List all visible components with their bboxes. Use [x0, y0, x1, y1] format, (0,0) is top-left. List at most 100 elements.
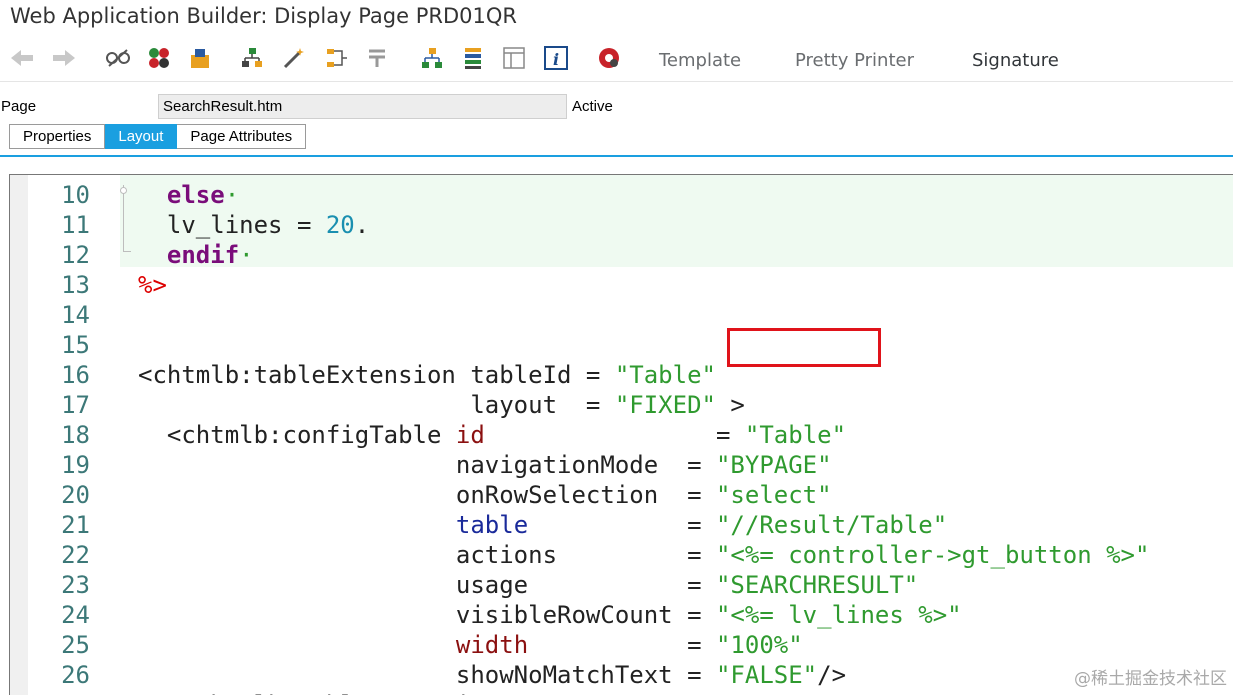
code-line[interactable]: 16 <chtmlb:tableExtension tableId = "Tabl… [10, 360, 1233, 390]
code-text: </chtmlb:tableExtension> [138, 690, 514, 695]
annotation-highlight-box [727, 328, 881, 367]
code-line[interactable]: 25 width = "100%" [10, 630, 1233, 660]
code-text: width = "100%" [138, 630, 803, 660]
line-number: 13 [61, 271, 90, 299]
code-token: · [239, 241, 254, 269]
info-icon[interactable]: i [542, 44, 570, 72]
line-number: 17 [61, 391, 90, 419]
code-line[interactable]: 15 [10, 330, 1233, 360]
activate-icon[interactable] [145, 44, 173, 72]
tab-page-attributes[interactable]: Page Attributes [177, 124, 307, 149]
page-row: Page SearchResult.htm Active [0, 92, 1233, 120]
line-number: 19 [61, 451, 90, 479]
line-number: 16 [61, 361, 90, 389]
code-token: = [528, 631, 716, 659]
code-token: actions = [138, 541, 716, 569]
code-token: showNoMatchText = [138, 661, 716, 689]
code-token: "SEARCHRESULT" [715, 571, 919, 599]
code-line[interactable]: 17 layout = "FIXED" > [10, 390, 1233, 420]
code-line[interactable]: 14 [10, 300, 1233, 330]
window-title: Web Application Builder: Display Page PR… [10, 4, 517, 28]
code-token: layout = [138, 391, 615, 419]
signature-button[interactable]: Signature [972, 50, 1059, 71]
code-token: "FALSE" [715, 661, 818, 689]
code-token: visibleRowCount = [138, 601, 716, 629]
hierarchy-icon[interactable] [238, 44, 266, 72]
code-token: onRowSelection = [138, 481, 716, 509]
line-number: 26 [61, 661, 90, 689]
application-toolbar: i Template Pretty Printer Signature [0, 36, 1233, 82]
svg-text:i: i [553, 50, 559, 69]
code-text: showNoMatchText = "FALSE"/> [138, 660, 846, 690]
tab-underline [0, 155, 1233, 157]
code-text: actions = "<%= controller->gt_button %>" [138, 540, 1150, 570]
glasses-toggle-icon[interactable] [104, 44, 132, 72]
code-token: "<%= lv_lines %>" [715, 601, 962, 629]
line-number: 15 [61, 331, 90, 359]
line-number: 27 [30, 690, 90, 695]
tree-structure-icon[interactable] [418, 44, 446, 72]
line-number: 24 [61, 601, 90, 629]
code-line[interactable]: 18 <chtmlb:configTable id = "Table" [10, 420, 1233, 450]
code-text: navigationMode = "BYPAGE" [138, 450, 832, 480]
code-line[interactable]: 11 lv_lines = 20. [10, 210, 1233, 240]
line-number: 12 [61, 241, 90, 269]
code-text: layout = "FIXED" > [138, 390, 745, 420]
code-token: table [455, 511, 529, 539]
code-token: </chtmlb:tableExtension> [138, 691, 514, 695]
pattern-icon[interactable] [364, 44, 392, 72]
code-token: "100%" [715, 631, 803, 659]
line-number: 23 [61, 571, 90, 599]
page-status: Active [572, 98, 613, 115]
transport-icon[interactable] [186, 44, 214, 72]
code-editor[interactable]: 10 else· 11 lv_lines = 20. 12 endif· 13 %> 14… [9, 174, 1233, 695]
forward-arrow-icon[interactable] [50, 44, 78, 72]
code-line[interactable]: 22 actions = "<%= controller->gt_button … [10, 540, 1233, 570]
code-line[interactable]: 10 else· [10, 180, 1233, 210]
code-text: usage = "SEARCHRESULT" [138, 570, 918, 600]
line-number: 22 [61, 541, 90, 569]
code-line[interactable]: 24 visibleRowCount = "<%= lv_lines %>" [10, 600, 1233, 630]
line-number: 14 [61, 301, 90, 329]
code-token: width [455, 631, 529, 659]
magic-wand-icon[interactable] [280, 44, 308, 72]
pretty-printer-button[interactable]: Pretty Printer [795, 50, 914, 71]
code-token: "select" [715, 481, 832, 509]
code-token: . [354, 211, 370, 239]
code-token: %> [138, 271, 167, 299]
tab-strip: Properties Layout Page Attributes [9, 124, 307, 149]
code-token: "FIXED" [614, 391, 716, 419]
code-token: <chtmlb:configTable [138, 421, 456, 449]
code-line[interactable]: 27 </chtmlb:tableExtension> [10, 690, 1233, 695]
layout-icon[interactable] [500, 44, 528, 72]
code-token: lv_lines [138, 211, 283, 239]
line-number: 20 [61, 481, 90, 509]
code-token: · [224, 181, 240, 209]
back-arrow-icon[interactable] [8, 44, 36, 72]
code-token: "Table" [744, 421, 847, 449]
code-text: onRowSelection = "select" [138, 480, 832, 510]
code-line[interactable]: 21 table = "//Result/Table" [10, 510, 1233, 540]
code-token: else [138, 181, 225, 209]
help-icon[interactable] [595, 44, 623, 72]
code-line[interactable]: 23 usage = "SEARCHRESULT" [10, 570, 1233, 600]
code-token: /> [817, 661, 847, 689]
page-name-field[interactable]: SearchResult.htm [158, 94, 567, 119]
template-button[interactable]: Template [659, 50, 741, 71]
code-line[interactable]: 19 navigationMode = "BYPAGE" [10, 450, 1233, 480]
line-number: 18 [61, 421, 90, 449]
code-line[interactable]: 12 endif· [10, 240, 1233, 270]
navigation-icon[interactable] [323, 44, 351, 72]
tab-properties[interactable]: Properties [9, 124, 106, 149]
code-token: > [715, 391, 745, 419]
code-line[interactable]: 13 %> [10, 270, 1233, 300]
code-line[interactable]: 20 onRowSelection = "select" [10, 480, 1233, 510]
code-text: endif· [138, 240, 254, 270]
code-line[interactable]: 26 showNoMatchText = "FALSE"/> [10, 660, 1233, 690]
line-number: 25 [61, 631, 90, 659]
title-bar: Web Application Builder: Display Page PR… [0, 0, 1233, 33]
stack-icon[interactable] [459, 44, 487, 72]
tab-layout[interactable]: Layout [105, 124, 178, 149]
line-number: 10 [61, 181, 90, 209]
